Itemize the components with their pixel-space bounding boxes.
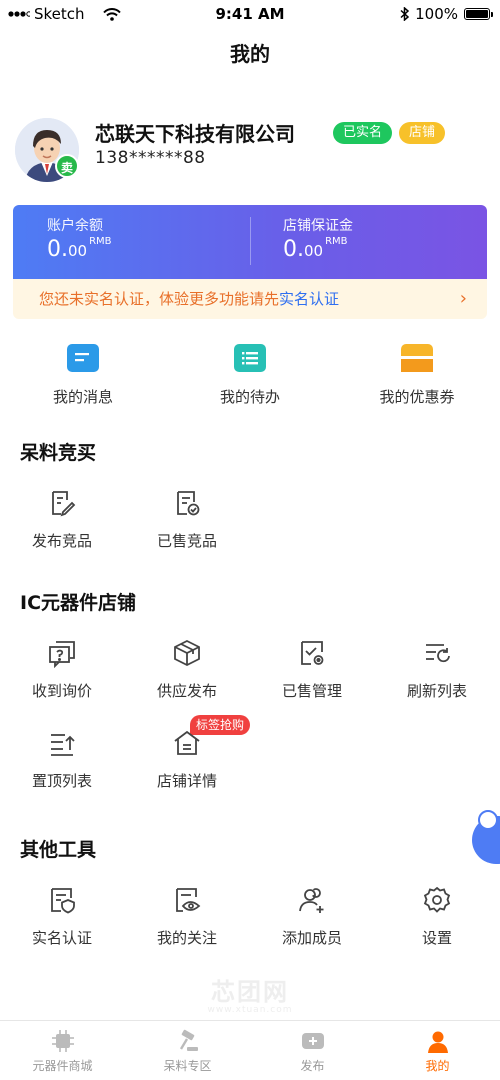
quick-label: 我的消息: [52, 388, 113, 406]
shop-icon: [172, 728, 202, 758]
grid-label: 店铺详情: [156, 772, 217, 790]
grid-item-supply-publish[interactable]: 供应发布: [137, 638, 237, 701]
page-title: 我的: [230, 42, 270, 66]
tab-label: 发布: [300, 1059, 325, 1073]
battery-group: 100%: [400, 5, 493, 23]
tab-publish[interactable]: 发布: [250, 1029, 375, 1074]
grid-label: 收到询价: [31, 682, 92, 700]
grid-label: 已售管理: [281, 682, 342, 700]
account-balance-value: 0.00RMB: [47, 236, 112, 262]
shop-deposit-value: 0.00RMB: [283, 236, 353, 262]
gear-icon: [422, 885, 452, 915]
battery-percent: 100%: [415, 5, 458, 23]
grid-item-publish-bid[interactable]: 发布竞品: [12, 488, 112, 551]
floating-service-button[interactable]: [472, 810, 500, 864]
tab-surplus-zone[interactable]: 呆料专区: [125, 1029, 250, 1074]
profile-header[interactable]: 卖 芯联天下科技有限公司 已实名 店铺 138******88: [15, 112, 485, 182]
section-title-tools: 其他工具: [20, 839, 97, 861]
shop-deposit-label: 店铺保证金: [283, 218, 353, 234]
grid-label: 设置: [421, 929, 452, 947]
todo-list-icon: [234, 344, 266, 372]
phone-number: 138******88: [95, 148, 206, 168]
account-balance-int: 0.: [47, 237, 68, 262]
grid-item-refresh-list[interactable]: 刷新列表: [387, 638, 487, 701]
grid-item-sold-manage[interactable]: 已售管理: [262, 638, 362, 701]
grid-label: 已售竞品: [156, 532, 217, 550]
shop-tag[interactable]: 店铺: [399, 122, 446, 144]
grid-label: 添加成员: [281, 929, 342, 947]
account-balance-dec: 00: [68, 242, 88, 260]
quick-label: 我的优惠券: [379, 388, 455, 406]
chevron-right-icon: ›: [459, 288, 467, 309]
sold-manage-icon: [297, 638, 327, 668]
watermark-text: 芯团网: [211, 978, 289, 1006]
shop-deposit-unit: RMB: [325, 236, 348, 247]
grid-label: 置顶列表: [31, 772, 92, 790]
balance-divider: [250, 217, 251, 265]
tab-label: 元器件商城: [32, 1059, 93, 1073]
quick-todo[interactable]: 我的待办: [180, 340, 320, 407]
service-avatar-icon: [478, 810, 498, 830]
bottom-tab-bar: 元器件商城 呆料专区 发布 我的: [0, 1020, 500, 1080]
verified-tag: 已实名: [333, 122, 393, 144]
tab-label: 呆料专区: [163, 1059, 212, 1073]
sold-document-icon: [172, 488, 202, 518]
balance-card: 账户余额 0.00RMB 店铺保证金 0.00RMB: [13, 205, 487, 279]
bluetooth-icon: [400, 7, 410, 21]
grid-item-add-member[interactable]: 添加成员: [262, 885, 362, 948]
quick-label: 我的待办: [219, 388, 280, 406]
company-name: 芯联天下科技有限公司: [95, 122, 295, 146]
quick-actions: 我的消息 我的待办 我的优惠券: [0, 340, 500, 410]
plus-icon: [301, 1029, 325, 1053]
section-title-bidding: 呆料竞买: [20, 442, 97, 464]
status-bar: Sketch 9:41 AM 100%: [0, 0, 500, 28]
chip-icon: [51, 1029, 75, 1053]
grid-item-shop-detail[interactable]: 店铺详情: [137, 728, 237, 791]
coupon-icon: [401, 344, 433, 372]
verify-banner-link[interactable]: 实名认证: [279, 290, 339, 308]
follow-eye-icon: [172, 885, 202, 915]
watermark-logo: 芯团网 www.xtuan.com: [0, 972, 500, 1015]
shop-deposit-int: 0.: [283, 237, 304, 262]
watermark-url: www.xtuan.com: [207, 1005, 293, 1015]
grid-label: 实名认证: [31, 929, 92, 947]
quick-messages[interactable]: 我的消息: [13, 340, 153, 407]
verify-id-icon: [47, 885, 77, 915]
grid-label: 发布竞品: [31, 532, 92, 550]
grid-label: 供应发布: [156, 682, 217, 700]
message-icon: [67, 344, 99, 372]
verify-banner-text: 您还未实名认证，体验更多功能请先: [39, 290, 280, 308]
refresh-list-icon: [422, 638, 452, 668]
verify-banner[interactable]: 您还未实名认证，体验更多功能请先实名认证 ›: [13, 279, 487, 319]
battery-icon: [464, 8, 493, 20]
box-icon: [172, 638, 202, 668]
account-balance-label: 账户余额: [47, 218, 103, 234]
tab-mine[interactable]: 我的: [375, 1029, 500, 1074]
grid-item-sold-bid[interactable]: 已售竞品: [137, 488, 237, 551]
shop-deposit[interactable]: 店铺保证金 0.00RMB: [283, 215, 353, 262]
edit-document-icon: [47, 488, 77, 518]
grid-item-inquiry[interactable]: 收到询价: [12, 638, 112, 701]
grid-item-verify-id[interactable]: 实名认证: [12, 885, 112, 948]
pin-top-list-icon: [47, 728, 77, 758]
grid-item-pin-top[interactable]: 置顶列表: [12, 728, 112, 791]
grid-item-my-follow[interactable]: 我的关注: [137, 885, 237, 948]
shop-deposit-dec: 00: [304, 242, 324, 260]
grid-label: 我的关注: [156, 929, 217, 947]
inquiry-icon: [47, 638, 77, 669]
tab-component-mall[interactable]: 元器件商城: [0, 1029, 125, 1074]
quick-coupons[interactable]: 我的优惠券: [347, 340, 487, 407]
user-icon: [426, 1029, 450, 1053]
account-balance-unit: RMB: [89, 236, 112, 247]
grid-item-settings[interactable]: 设置: [387, 885, 487, 948]
grid-label: 刷新列表: [406, 682, 467, 700]
add-member-icon: [297, 885, 327, 915]
gavel-icon: [176, 1029, 200, 1053]
account-balance[interactable]: 账户余额 0.00RMB: [47, 215, 112, 262]
tab-label: 我的: [425, 1059, 450, 1073]
seller-badge: 卖: [55, 154, 79, 178]
section-title-ic-shop: IC元器件店铺: [20, 592, 137, 614]
